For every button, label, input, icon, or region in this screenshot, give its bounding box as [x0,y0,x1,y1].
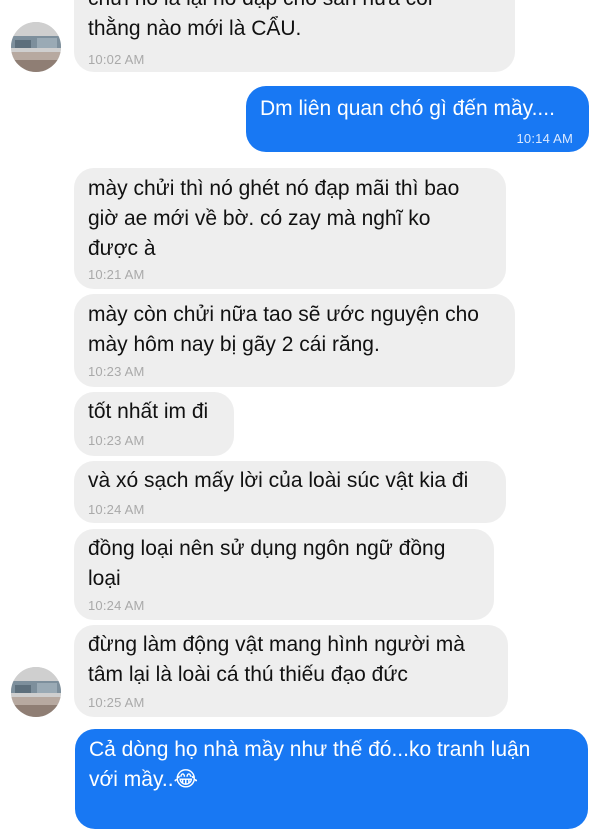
message-text: tốt nhất im đi [88,400,209,423]
message-timestamp: 10:21 AM [88,267,145,282]
contact-avatar-icon [11,22,61,72]
message-bubble-incoming[interactable]: tốt nhất im đi 10:23 AM [74,392,234,456]
contact-avatar-icon [11,667,61,717]
message-timestamp: 10:02 AM [88,52,145,67]
message-timestamp: 10:23 AM [88,433,145,448]
message-text: mày còn chửi nữa tao sẽ ước nguyện cho m… [88,303,479,356]
message-bubble-outgoing[interactable]: Cả dòng họ nhà mầy như thế đó...ko tranh… [75,729,588,829]
message-text: chửi nó là lại nó đạp cho sân nữa coi th… [88,0,433,40]
message-bubble-outgoing[interactable]: Dm liên quan chó gì đến mầy.... 10:14 AM [246,86,589,152]
message-bubble-incoming[interactable]: đừng làm động vật mang hình người mà tâm… [74,625,508,717]
message-timestamp: 10:23 AM [88,364,145,379]
message-timestamp: 10:25 AM [88,695,145,710]
message-bubble-incoming[interactable]: mày còn chửi nữa tao sẽ ước nguyện cho m… [74,294,515,387]
contact-avatar-bottom[interactable] [11,667,61,717]
contact-avatar-top[interactable] [11,22,61,72]
message-bubble-incoming[interactable]: và xó sạch mấy lời của loài súc vật kia … [74,461,506,523]
message-text: mày chửi thì nó ghét nó đạp mãi thì bao … [88,177,460,260]
message-text: đồng loại nên sử dụng ngôn ngữ đồng loại [88,537,446,590]
message-text: đừng làm động vật mang hình người mà tâm… [88,633,465,686]
message-timestamp: 10:24 AM [88,598,145,613]
message-text: Cả dòng họ nhà mầy như thế đó...ko tranh… [89,738,531,791]
message-bubble-incoming[interactable]: đồng loại nên sử dụng ngôn ngữ đồng loại… [74,529,494,620]
message-bubble-incoming[interactable]: mày chửi thì nó ghét nó đạp mãi thì bao … [74,168,506,289]
message-bubble-incoming[interactable]: chửi nó là lại nó đạp cho sân nữa coi th… [74,0,515,72]
message-text: Dm liên quan chó gì đến mầy.... [260,97,555,120]
message-text: và xó sạch mấy lời của loài súc vật kia … [88,469,469,492]
message-timestamp: 10:14 AM [516,131,573,146]
message-timestamp: 10:24 AM [88,502,145,517]
